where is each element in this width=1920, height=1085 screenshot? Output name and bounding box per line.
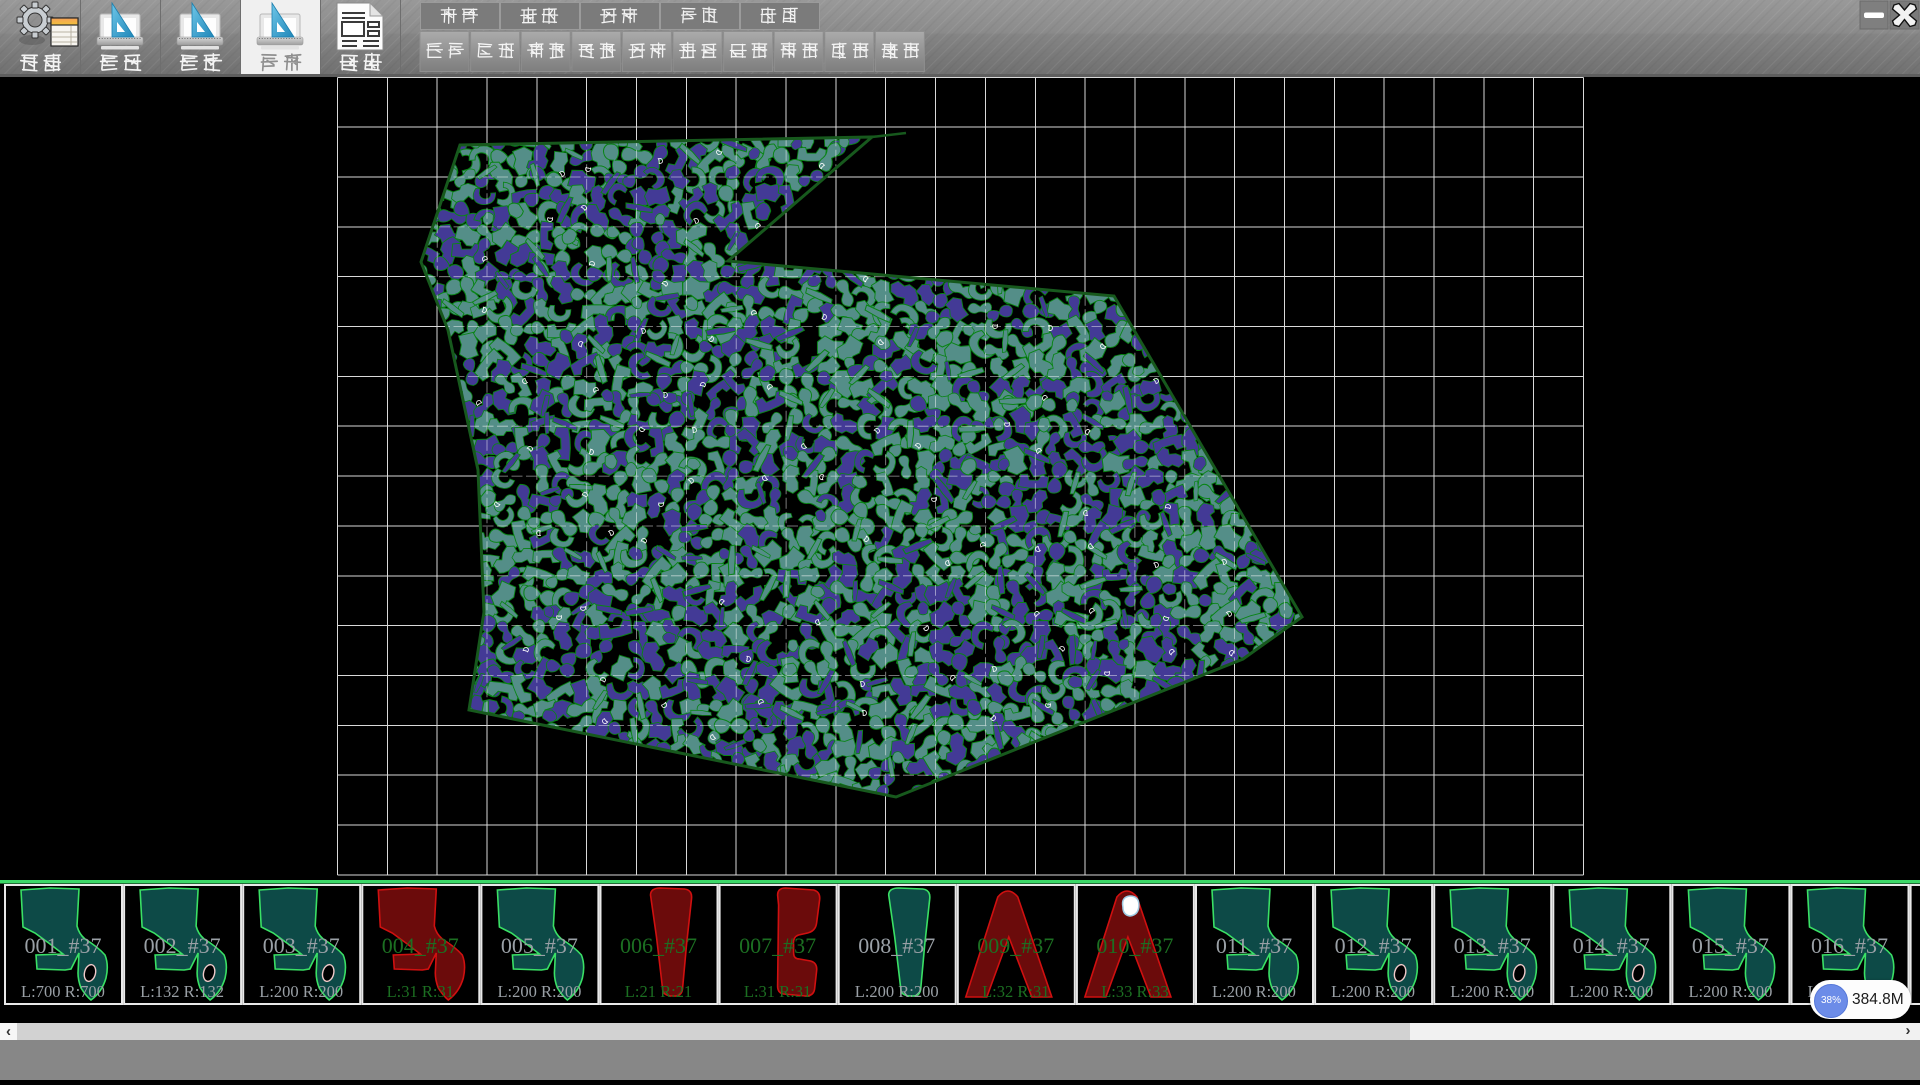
svg-text:003_#37: 003_#37 bbox=[263, 933, 340, 958]
svg-text:007_#37: 007_#37 bbox=[739, 933, 816, 958]
svg-text:016_#37: 016_#37 bbox=[1811, 933, 1888, 958]
svg-text:L:31 R:31: L:31 R:31 bbox=[744, 982, 811, 1001]
svg-text:001_#37: 001_#37 bbox=[25, 933, 102, 958]
svg-text:L:200 R:200: L:200 R:200 bbox=[497, 982, 581, 1001]
svg-text:L:32 R:31: L:32 R:31 bbox=[982, 982, 1049, 1001]
svg-text:L:700 R:700: L:700 R:700 bbox=[21, 982, 105, 1001]
svg-text:004_#37: 004_#37 bbox=[382, 933, 459, 958]
svg-text:L:200 R:200: L:200 R:200 bbox=[1212, 982, 1296, 1001]
svg-text:L:31 R:31: L:31 R:31 bbox=[387, 982, 454, 1001]
svg-text:L:200 R:200: L:200 R:200 bbox=[855, 982, 939, 1001]
svg-text:L:132 R:132: L:132 R:132 bbox=[140, 982, 224, 1001]
svg-text:008_#37: 008_#37 bbox=[858, 933, 935, 958]
svg-text:005_#37: 005_#37 bbox=[501, 933, 578, 958]
svg-text:011_#37: 011_#37 bbox=[1216, 933, 1292, 958]
svg-text:L:21 R:21: L:21 R:21 bbox=[625, 982, 692, 1001]
svg-text:006_#37: 006_#37 bbox=[620, 933, 697, 958]
svg-text:010_#37: 010_#37 bbox=[1096, 933, 1173, 958]
svg-text:L:200 R:200: L:200 R:200 bbox=[1450, 982, 1534, 1001]
svg-text:L:200 R:200: L:200 R:200 bbox=[259, 982, 343, 1001]
svg-text:L:200 R:200: L:200 R:200 bbox=[1331, 982, 1415, 1001]
svg-text:L:200 R:200: L:200 R:200 bbox=[1688, 982, 1772, 1001]
svg-text:013_#37: 013_#37 bbox=[1454, 933, 1531, 958]
svg-text:012_#37: 012_#37 bbox=[1335, 933, 1412, 958]
svg-text:014_#37: 014_#37 bbox=[1573, 933, 1650, 958]
svg-text:L:33 R:33: L:33 R:33 bbox=[1101, 982, 1168, 1001]
svg-text:L:200 R:200: L:200 R:200 bbox=[1569, 982, 1653, 1001]
svg-text:009_#37: 009_#37 bbox=[977, 933, 1054, 958]
svg-text:015_#37: 015_#37 bbox=[1692, 933, 1769, 958]
svg-text:002_#37: 002_#37 bbox=[144, 933, 221, 958]
